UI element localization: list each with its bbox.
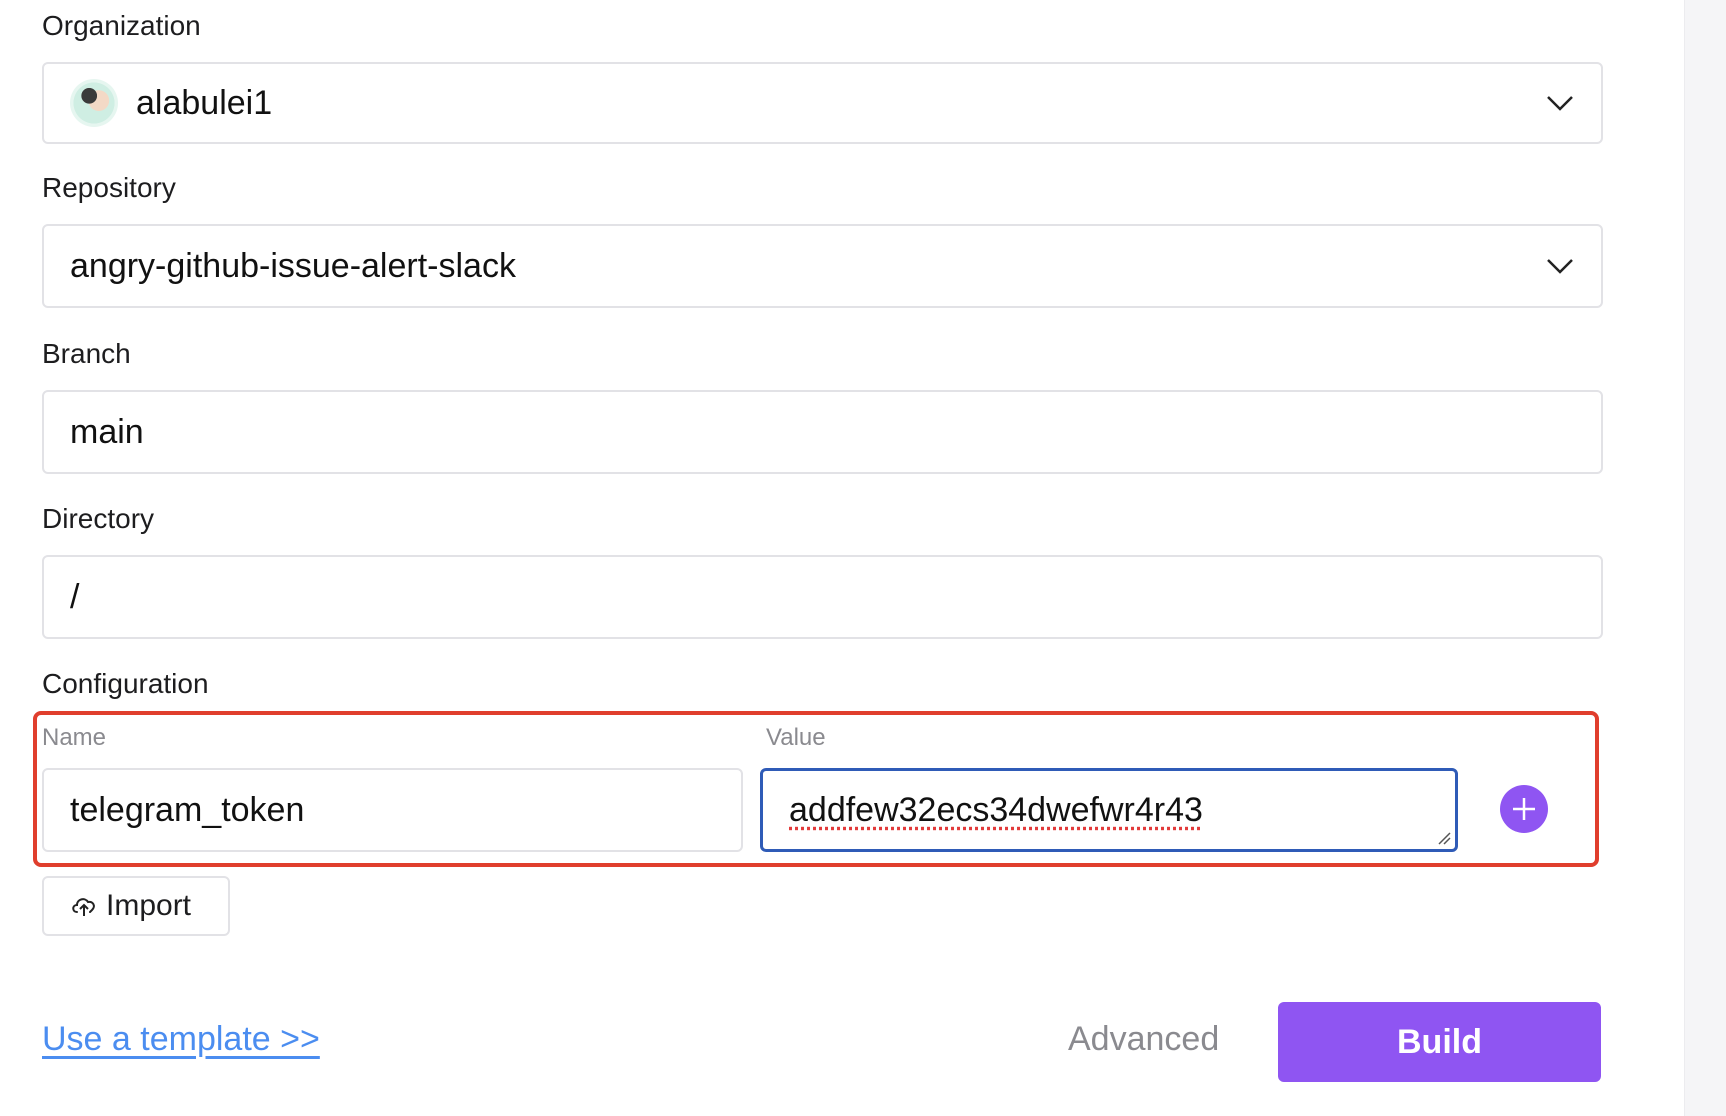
advanced-button[interactable]: Advanced: [1068, 1022, 1219, 1056]
chevron-down-icon: [1547, 96, 1573, 111]
avatar: [70, 79, 118, 127]
repository-label: Repository: [42, 172, 176, 203]
config-value-header: Value: [766, 724, 826, 751]
organization-label: Organization: [42, 10, 201, 41]
add-config-button[interactable]: [1500, 785, 1548, 833]
organization-value: alabulei1: [136, 83, 273, 122]
cloud-upload-icon: [72, 898, 95, 916]
config-value-text: addfew32ecs34dwefwr4r43: [789, 790, 1203, 829]
directory-value: /: [70, 577, 80, 616]
config-value-input[interactable]: addfew32ecs34dwefwr4r43: [760, 768, 1458, 852]
chevron-down-icon: [1547, 259, 1573, 274]
branch-input[interactable]: main: [42, 390, 1603, 474]
configuration-label: Configuration: [42, 668, 209, 699]
branch-label: Branch: [42, 338, 131, 369]
directory-input[interactable]: /: [42, 555, 1603, 639]
organization-select[interactable]: alabulei1: [42, 62, 1603, 144]
resize-grip-icon[interactable]: [1437, 831, 1451, 845]
import-label: Import: [106, 889, 192, 922]
config-name-input[interactable]: telegram_token: [42, 768, 743, 852]
plus-icon: [1513, 798, 1535, 820]
repository-value: angry-github-issue-alert-slack: [70, 246, 516, 285]
directory-label: Directory: [42, 503, 155, 534]
config-name-value: telegram_token: [70, 790, 305, 829]
right-panel-edge: [1684, 0, 1726, 1116]
use-template-link[interactable]: Use a template >>: [42, 1022, 320, 1056]
build-label: Build: [1397, 1022, 1482, 1061]
import-button[interactable]: Import: [42, 876, 230, 936]
build-button[interactable]: Build: [1278, 1002, 1601, 1082]
branch-value: main: [70, 412, 144, 451]
config-name-header: Name: [42, 724, 107, 751]
repository-select[interactable]: angry-github-issue-alert-slack: [42, 224, 1603, 308]
